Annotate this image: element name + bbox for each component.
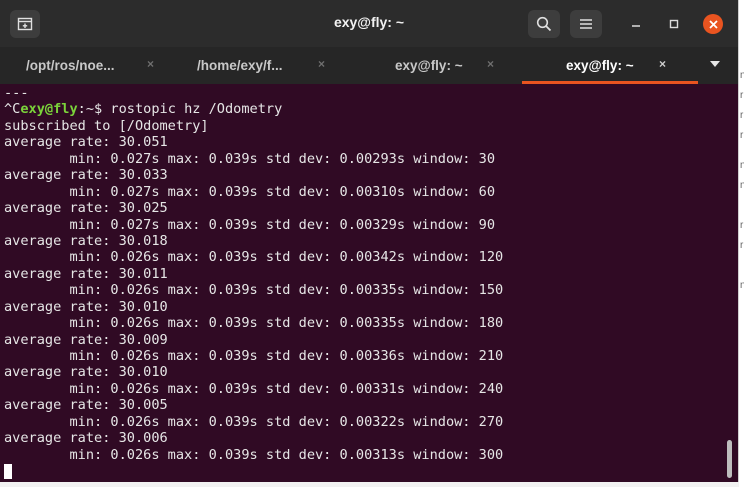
output-line: min: 0.026s max: 0.039s std dev: 0.00336… [4, 348, 504, 364]
maximize-icon [669, 19, 679, 29]
tab-exy-fly-1[interactable]: exy@fly: ~ × [344, 47, 519, 84]
tab-close-icon[interactable]: × [487, 57, 494, 71]
tab-home-exy[interactable]: /home/exy/f... × [172, 47, 344, 84]
output-line: average rate: 30.033 [4, 167, 168, 184]
output-line: average rate: 30.018 [4, 232, 168, 249]
minimize-button[interactable] [626, 14, 646, 34]
chevron-down-icon [710, 61, 720, 67]
tab-close-icon[interactable]: × [147, 57, 154, 71]
hamburger-menu-icon [580, 19, 592, 29]
tab-opt-ros[interactable]: /opt/ros/noe... × [0, 47, 172, 84]
output-line: min: 0.027s max: 0.039s std dev: 0.00310… [4, 183, 496, 200]
prompt-user: exy@fly [20, 101, 78, 118]
output-line: average rate: 30.010 [4, 298, 168, 315]
menu-button[interactable] [570, 10, 602, 38]
tab-exy-fly-active[interactable]: exy@fly: ~ × [522, 47, 698, 84]
output-line: average rate: 30.010 [4, 364, 168, 381]
output-line: min: 0.026s max: 0.039s std dev: 0.00313… [4, 446, 504, 463]
search-icon [536, 16, 552, 32]
terminal-cursor [4, 464, 12, 479]
output-line: average rate: 30.011 [4, 265, 168, 282]
tab-label: exy@fly: ~ [395, 58, 463, 73]
tab-list-button[interactable] [703, 55, 727, 73]
tab-close-icon[interactable]: × [318, 57, 325, 71]
output-line: average rate: 30.006 [4, 430, 168, 447]
output-line: --- [4, 85, 29, 101]
output-line: average rate: 30.009 [4, 331, 168, 348]
active-tab-indicator [522, 81, 698, 84]
output-line: min: 0.027s max: 0.039s std dev: 0.00329… [4, 216, 496, 233]
background-window-edge: n r r r n n r r n [739, 0, 744, 487]
command-line: ^Cexy@fly:~$ rostopic hz /Odometry [4, 101, 724, 117]
prompt-command: :~$ rostopic hz /Odometry [77, 101, 283, 118]
output-line: average rate: 30.025 [4, 200, 168, 217]
output-line: min: 0.026s max: 0.039s std dev: 0.00331… [4, 380, 504, 397]
scrollbar-thumb[interactable] [727, 440, 732, 478]
output-line: min: 0.027s max: 0.039s std dev: 0.00293… [4, 150, 496, 167]
output-line: subscribed to [/Odometry] [4, 117, 209, 134]
close-icon [708, 19, 718, 29]
maximize-button[interactable] [664, 14, 684, 34]
tab-label: /home/exy/f... [197, 58, 283, 73]
tab-bar: /opt/ros/noe... × /home/exy/f... × exy@f… [0, 47, 738, 84]
close-button[interactable] [703, 14, 723, 34]
output-line: min: 0.026s max: 0.039s std dev: 0.00342… [4, 249, 504, 266]
search-button[interactable] [528, 10, 560, 38]
tab-close-icon[interactable]: × [659, 57, 666, 71]
terminal-output[interactable]: --- ^Cexy@fly:~$ rostopic hz /Odometry s… [4, 85, 724, 480]
output-line: average rate: 30.005 [4, 397, 168, 414]
minimize-icon [632, 25, 640, 27]
tab-label: /opt/ros/noe... [26, 58, 115, 73]
output-line: min: 0.026s max: 0.039s std dev: 0.00322… [4, 413, 504, 430]
output-line: min: 0.026s max: 0.039s std dev: 0.00335… [4, 282, 504, 299]
terminal-window: exy@fly: ~ /opt/ros/noe... × /home/exy/f… [0, 0, 739, 482]
tab-label: exy@fly: ~ [566, 58, 634, 73]
output-line: min: 0.026s max: 0.039s std dev: 0.00335… [4, 315, 504, 332]
header-bar: exy@fly: ~ [0, 0, 738, 47]
output-line: average rate: 30.051 [4, 134, 168, 151]
prompt-prefix: ^C [4, 101, 21, 118]
